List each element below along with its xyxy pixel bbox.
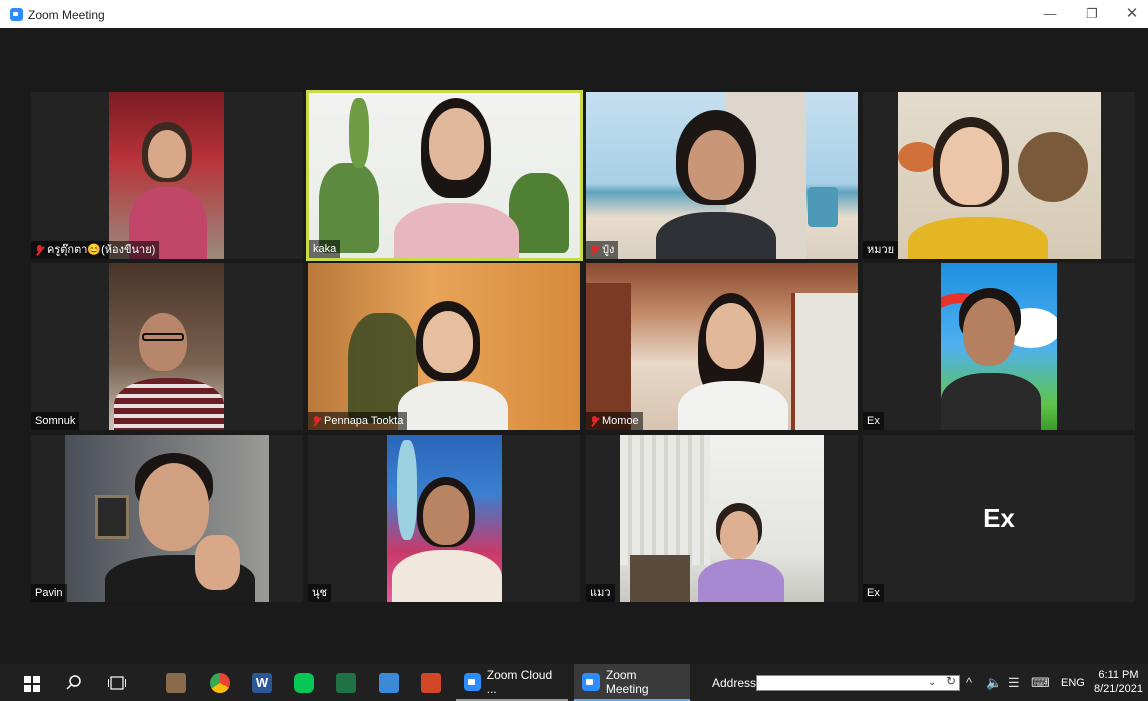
video-tile-active-speaker[interactable]: kaka bbox=[306, 90, 583, 261]
clock[interactable]: 6:11 PM 8/21/2021 bbox=[1094, 668, 1143, 696]
video-tile[interactable]: ครูตุ๊กตา😊(ห้องขีนาย) bbox=[31, 92, 303, 259]
participant-name: kaka bbox=[313, 243, 337, 255]
video-tile[interactable]: ปู๋ง bbox=[586, 92, 858, 259]
gallery-view: ครูตุ๊กตา😊(ห้องขีนาย) kaka ปู๋ง หมวย Som… bbox=[0, 28, 1148, 664]
video-tile[interactable]: Momoe bbox=[586, 263, 858, 430]
chevron-down-icon[interactable]: ⌄ bbox=[928, 675, 936, 691]
participant-video bbox=[586, 92, 858, 259]
participant-name: Ex bbox=[867, 587, 880, 599]
participant-name-tag: หมวย bbox=[863, 241, 899, 259]
video-tile[interactable]: Pennapa Tookta bbox=[308, 263, 580, 430]
participant-video bbox=[309, 93, 580, 258]
clock-date: 8/21/2021 bbox=[1094, 683, 1143, 695]
video-tile-video-off[interactable]: Ex Ex bbox=[863, 435, 1135, 602]
participant-name-tag: ครูตุ๊กตา😊(ห้องขีนาย) bbox=[31, 241, 160, 259]
search-icon[interactable] bbox=[66, 675, 82, 691]
zoom-app-icon bbox=[10, 8, 23, 21]
media-player-icon[interactable] bbox=[379, 673, 399, 693]
participant-name: ปู๋ง bbox=[602, 244, 615, 256]
show-hidden-icons-icon[interactable]: ^ bbox=[966, 675, 972, 690]
chrome-icon[interactable] bbox=[210, 673, 230, 693]
participant-display-name: Ex bbox=[983, 503, 1015, 533]
taskbar-app-zoom-meeting[interactable]: Zoom Meeting bbox=[574, 664, 690, 701]
address-toolbar-label: Address bbox=[712, 676, 757, 690]
participant-name: Momoe bbox=[602, 415, 639, 427]
taskbar: W Zoom Cloud ... Zoom Meeting Address ⌄ … bbox=[0, 664, 1148, 701]
participant-name-tag: Ex bbox=[863, 584, 884, 602]
participant-video bbox=[65, 435, 269, 602]
participant-video bbox=[109, 92, 224, 259]
language-indicator[interactable]: ENG bbox=[1061, 677, 1085, 689]
participant-video bbox=[941, 263, 1057, 430]
refresh-icon[interactable]: ↻ bbox=[946, 674, 956, 688]
line-icon[interactable] bbox=[294, 673, 314, 693]
taskbar-app-zoom-cloud[interactable]: Zoom Cloud ... bbox=[456, 664, 568, 701]
restore-button[interactable]: ❐ bbox=[1074, 0, 1110, 28]
participant-video bbox=[387, 435, 502, 602]
participant-name-tag: Pennapa Tookta bbox=[308, 412, 408, 430]
participant-name: ครูตุ๊กตา😊(ห้องขีนาย) bbox=[47, 244, 156, 256]
participant-video bbox=[620, 435, 824, 602]
zoom-icon bbox=[582, 672, 600, 691]
participant-name: Somnuk bbox=[35, 415, 76, 427]
participant-name-tag: Somnuk bbox=[31, 412, 80, 430]
participant-name-tag: ปู๋ง bbox=[586, 241, 619, 259]
participant-name: แมว bbox=[590, 587, 611, 599]
participant-video bbox=[308, 263, 580, 430]
windows-start-icon[interactable] bbox=[24, 676, 40, 692]
muted-mic-icon bbox=[590, 415, 599, 427]
video-tile[interactable]: นุช bbox=[308, 435, 580, 602]
clock-time: 6:11 PM bbox=[1098, 669, 1139, 681]
participant-video bbox=[109, 263, 224, 430]
powerpoint-icon[interactable] bbox=[421, 673, 441, 693]
video-tile[interactable]: แมว bbox=[586, 435, 858, 602]
zoom-icon bbox=[464, 672, 481, 691]
video-tile[interactable]: Somnuk bbox=[31, 263, 303, 430]
minimize-button[interactable]: — bbox=[1032, 0, 1068, 28]
title-bar: Zoom Meeting — ❐ ✕ bbox=[0, 0, 1148, 28]
window-title: Zoom Meeting bbox=[28, 8, 105, 22]
participant-name-tag: แมว bbox=[586, 584, 615, 602]
participant-name-tag: Ex bbox=[863, 412, 884, 430]
participant-name: นุช bbox=[312, 587, 327, 599]
muted-mic-icon bbox=[35, 244, 44, 256]
task-view-icon[interactable] bbox=[108, 676, 126, 690]
participant-name: Pennapa Tookta bbox=[324, 415, 404, 427]
participant-name-tag: Pavin bbox=[31, 584, 67, 602]
participant-video bbox=[898, 92, 1101, 259]
participant-name: Pavin bbox=[35, 587, 63, 599]
participant-video bbox=[586, 263, 858, 430]
participant-name-tag: kaka bbox=[309, 240, 341, 258]
muted-mic-icon bbox=[590, 244, 599, 256]
app-icon[interactable] bbox=[166, 673, 186, 693]
muted-mic-icon bbox=[312, 415, 321, 427]
close-button[interactable]: ✕ bbox=[1114, 0, 1148, 28]
keyboard-icon[interactable]: ⌨ bbox=[1031, 675, 1050, 691]
participant-name-tag: Momoe bbox=[586, 412, 643, 430]
volume-icon[interactable]: 🔈 bbox=[986, 675, 1002, 691]
video-tile[interactable]: Ex bbox=[863, 263, 1135, 430]
video-tile[interactable]: หมวย bbox=[863, 92, 1135, 259]
video-tile[interactable]: Pavin bbox=[31, 435, 303, 602]
notification-icon[interactable]: ☰ bbox=[1008, 675, 1020, 691]
participant-name: Ex bbox=[867, 415, 880, 427]
word-icon[interactable]: W bbox=[252, 673, 272, 693]
participant-name: หมวย bbox=[867, 244, 895, 256]
excel-icon[interactable] bbox=[336, 673, 356, 693]
participant-name-tag: นุช bbox=[308, 584, 331, 602]
